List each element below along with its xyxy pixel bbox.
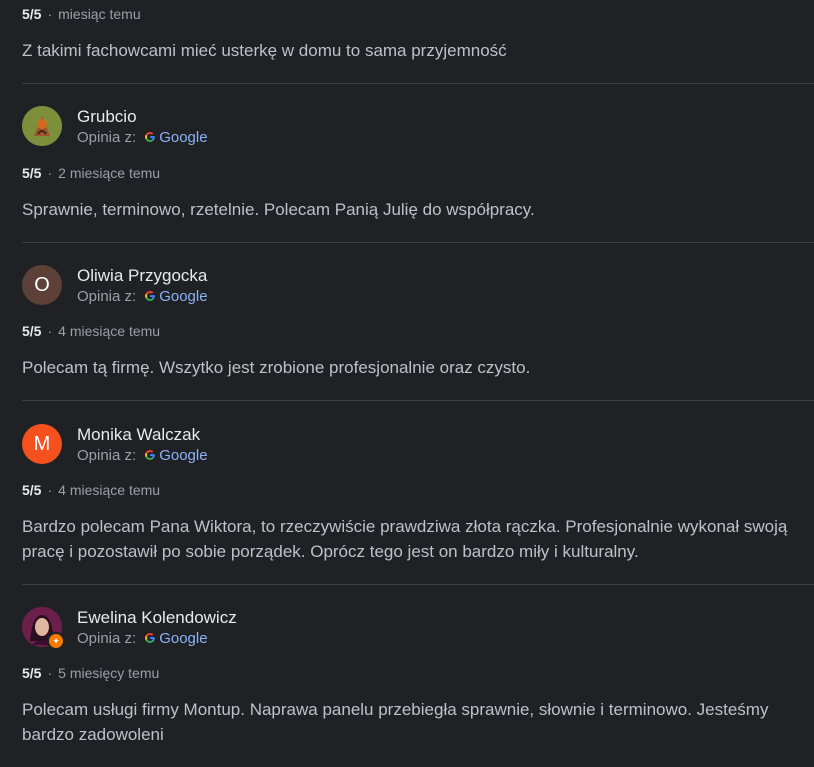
review-date: 2 miesiące temu bbox=[58, 165, 161, 181]
reviewer-name[interactable]: Grubcio bbox=[77, 107, 208, 127]
source-google-link[interactable]: Google bbox=[159, 630, 207, 647]
meta-separator: · bbox=[47, 323, 53, 339]
review-text: Bardzo polecam Pana Wiktora, to rzeczywi… bbox=[22, 514, 787, 564]
meta-separator: · bbox=[47, 165, 53, 181]
review-text-line: bardzo zadowoleni bbox=[22, 725, 164, 744]
source-google-link[interactable]: Google bbox=[159, 288, 207, 305]
review-text: Sprawnie, terminowo, rzetelnie. Polecam … bbox=[22, 200, 535, 219]
google-icon bbox=[145, 450, 156, 460]
review-date: 5 miesięcy temu bbox=[58, 665, 160, 681]
review-source: Opinia z: Google bbox=[77, 447, 208, 464]
avatar[interactable]: M bbox=[22, 424, 62, 464]
avatar-letter: M bbox=[33, 432, 51, 455]
meta-separator: · bbox=[47, 665, 53, 681]
reviewer-name[interactable]: Monika Walczak bbox=[77, 425, 208, 445]
review-meta: 5/5 · 4 miesiące temu bbox=[22, 482, 160, 498]
avatar[interactable] bbox=[22, 106, 62, 146]
avatar[interactable]: O bbox=[22, 265, 62, 305]
source-label: Opinia z: bbox=[77, 128, 137, 146]
review-date: 4 miesiące temu bbox=[58, 323, 161, 339]
divider bbox=[22, 400, 814, 401]
avatar-letter: O bbox=[34, 273, 50, 296]
review-text-line: pracę i pozostawił po sobie porządek. Op… bbox=[22, 542, 639, 561]
local-guide-badge-icon: ✦ bbox=[47, 632, 65, 650]
source-google-link[interactable]: Google bbox=[159, 447, 207, 464]
divider bbox=[22, 83, 814, 84]
review-meta: 5/5 · 2 miesiące temu bbox=[22, 165, 160, 181]
review-header: O Oliwia Przygocka Opinia z: Google bbox=[22, 265, 208, 305]
review-meta: 5/5 · 4 miesiące temu bbox=[22, 323, 160, 339]
review-meta: 5/5 · miesiąc temu bbox=[22, 6, 141, 22]
google-icon bbox=[145, 132, 156, 143]
review-score: 5/5 bbox=[22, 482, 42, 498]
review-date: 4 miesiące temu bbox=[58, 482, 161, 498]
review-date: miesiąc temu bbox=[58, 6, 141, 22]
reviewer-name[interactable]: Oliwia Przygocka bbox=[77, 266, 208, 286]
review-header: M Monika Walczak Opinia z: Google bbox=[22, 424, 208, 464]
divider bbox=[22, 584, 814, 585]
source-label: Opinia z: bbox=[77, 446, 137, 464]
review-score: 5/5 bbox=[22, 6, 42, 22]
source-label: Opinia z: bbox=[77, 629, 137, 647]
avatar[interactable]: ✦ bbox=[22, 607, 65, 650]
review-meta: 5/5 · 5 miesięcy temu bbox=[22, 665, 159, 681]
google-icon bbox=[145, 291, 156, 301]
reviewer-name[interactable]: Ewelina Kolendowicz bbox=[77, 608, 237, 628]
review-score: 5/5 bbox=[22, 665, 42, 681]
review-text-line: Polecam usługi firmy Montup. Naprawa pan… bbox=[22, 700, 769, 719]
meta-separator: · bbox=[47, 6, 53, 22]
google-icon bbox=[145, 633, 156, 643]
meta-separator: · bbox=[47, 482, 53, 498]
review-source: Opinia z: Google bbox=[77, 129, 208, 146]
avatar-photo-icon bbox=[22, 106, 62, 146]
review-text-line: Bardzo polecam Pana Wiktora, to rzeczywi… bbox=[22, 517, 788, 536]
review-header: Grubcio Opinia z: Google bbox=[22, 106, 208, 146]
review-source: Opinia z: Google bbox=[77, 630, 237, 647]
review-source: Opinia z: Google bbox=[77, 288, 208, 305]
review-score: 5/5 bbox=[22, 165, 42, 181]
review-score: 5/5 bbox=[22, 323, 42, 339]
review-text: Polecam usługi firmy Montup. Naprawa pan… bbox=[22, 697, 768, 747]
source-label: Opinia z: bbox=[77, 287, 137, 305]
review-text: Polecam tą firmę. Wszytko jest zrobione … bbox=[22, 358, 531, 377]
review-text: Z takimi fachowcami mieć usterkę w domu … bbox=[22, 41, 507, 60]
review-header: ✦ Ewelina Kolendowicz Opinia z: Google bbox=[22, 607, 237, 650]
divider bbox=[22, 242, 814, 243]
source-google-link[interactable]: Google bbox=[159, 129, 207, 146]
